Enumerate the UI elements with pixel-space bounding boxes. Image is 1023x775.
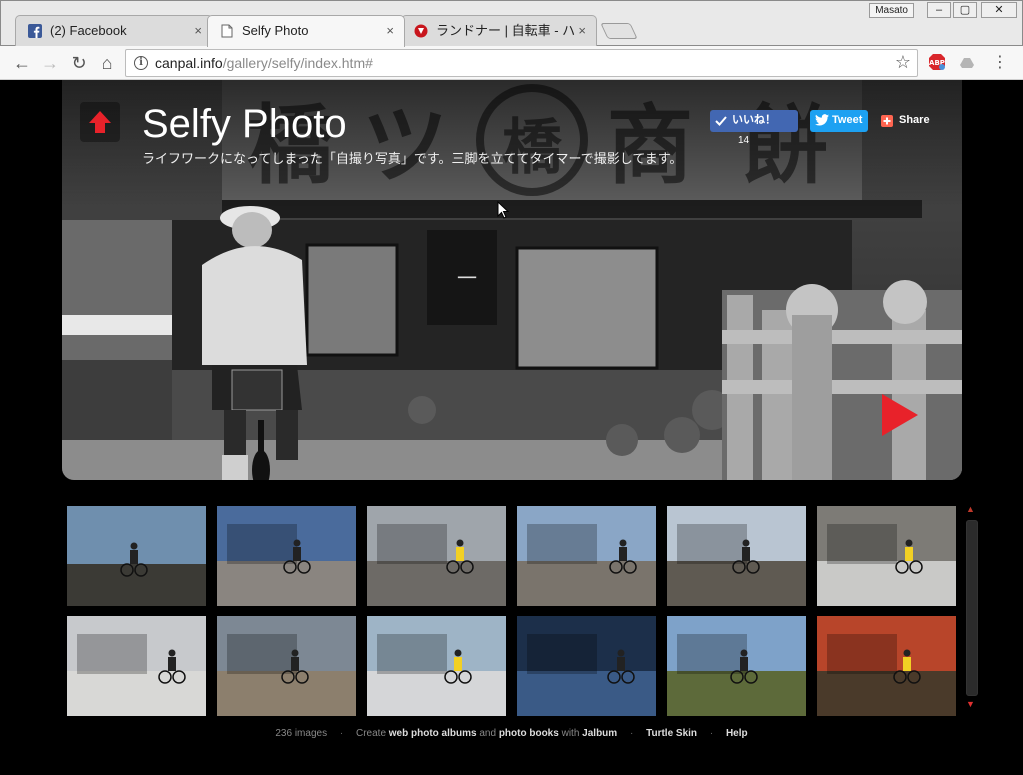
- thumbnail-temple[interactable]: [67, 616, 206, 716]
- page-description: ライフワークになってしまった「自撮り写真」です。三脚を立ててタイマーで撮影してま…: [142, 152, 683, 167]
- tab-selfy-photo[interactable]: Selfy Photo ×: [207, 15, 405, 47]
- share-button[interactable]: Share: [877, 110, 939, 132]
- thumbnail-scrollbar[interactable]: [966, 520, 978, 696]
- minimize-button[interactable]: –: [927, 2, 951, 18]
- site-icon: [414, 24, 428, 38]
- thumbnail-photo: [367, 616, 506, 716]
- browser-toolbar: ← → ↻ ⌂ i canpal.info/gallery/selfy/inde…: [0, 46, 1023, 80]
- thumbnail-bridge[interactable]: [217, 506, 356, 606]
- thumbnail-field[interactable]: [217, 616, 356, 716]
- tab-facebook[interactable]: (2) Facebook ×: [15, 15, 213, 47]
- profile-badge[interactable]: Masato: [869, 3, 914, 18]
- tab-title: (2) Facebook: [50, 23, 127, 38]
- tab-randonneur[interactable]: ランドナー | 自転車 - ハ ×: [401, 15, 597, 47]
- thumbnail-photo: [517, 506, 656, 606]
- drive-extension-icon[interactable]: [958, 53, 976, 71]
- forward-button[interactable]: →: [38, 51, 62, 75]
- web-photo-albums-link[interactable]: web photo albums: [389, 728, 477, 739]
- tab-title: ランドナー | 自転車 - ハ: [436, 23, 576, 38]
- thumbnail-photo: [217, 506, 356, 606]
- new-tab-button[interactable]: [600, 23, 638, 39]
- thumbnail-sky-plain[interactable]: [67, 506, 206, 606]
- hero-slideshow[interactable]: 橋ツ商餅 橋 一: [62, 80, 962, 480]
- thumbnail-photo: [667, 506, 806, 606]
- close-tab-icon[interactable]: ×: [386, 16, 394, 46]
- scroll-down-icon[interactable]: ▼: [966, 699, 975, 709]
- thumbnail-photo: [817, 506, 956, 606]
- jalbum-link[interactable]: Jalbum: [582, 728, 617, 739]
- twitter-bird-icon: [815, 114, 829, 126]
- bookmark-star-icon[interactable]: ☆: [895, 52, 911, 73]
- thumbnail-village[interactable]: [667, 506, 806, 606]
- thumbnail-statue[interactable]: [367, 616, 506, 716]
- back-button[interactable]: ←: [10, 51, 34, 75]
- thumbnail-photo: [817, 616, 956, 716]
- photo-books-link[interactable]: photo books: [499, 728, 559, 739]
- thumbnail-autumn[interactable]: [817, 616, 956, 716]
- like-label: いいね！: [732, 114, 776, 126]
- thumbnail-mountain[interactable]: [667, 616, 806, 716]
- like-count: 14: [738, 135, 750, 146]
- image-count: 236 images: [275, 728, 328, 739]
- menu-icon[interactable]: ⋮: [988, 51, 1012, 75]
- thumbnail-house[interactable]: [517, 506, 656, 606]
- thumbnail-shop[interactable]: [367, 506, 506, 606]
- close-tab-icon[interactable]: ×: [194, 16, 202, 46]
- address-bar[interactable]: i canpal.info/gallery/selfy/index.htm# ☆: [125, 49, 918, 77]
- page-icon: [221, 24, 233, 38]
- scrollbar-thumb[interactable]: [966, 520, 978, 696]
- thumbnail-photo: [367, 506, 506, 606]
- play-slideshow-icon[interactable]: [880, 392, 920, 438]
- up-level-button[interactable]: [80, 102, 120, 142]
- adblock-extension-icon[interactable]: ABP: [928, 53, 946, 71]
- arrow-up-icon: [89, 111, 111, 133]
- tab-title: Selfy Photo: [242, 23, 309, 38]
- share-label: Share: [899, 114, 930, 126]
- turtle-skin-link[interactable]: Turtle Skin: [646, 728, 697, 739]
- url-text[interactable]: canpal.info/gallery/selfy/index.htm#: [155, 55, 373, 71]
- facebook-icon: [28, 24, 42, 38]
- close-tab-icon[interactable]: ×: [578, 16, 586, 46]
- reload-button[interactable]: ↻: [67, 51, 91, 75]
- scroll-up-icon[interactable]: ▲: [966, 504, 975, 514]
- maximize-button[interactable]: ▢: [953, 2, 977, 18]
- svg-text:一: 一: [457, 266, 477, 290]
- mouse-cursor-icon: [497, 201, 509, 219]
- footer: 236 images · Create web photo albums and…: [275, 728, 748, 739]
- browser-titlebar: Masato – ▢ ✕ (2) Facebook × Selfy Photo …: [0, 0, 1023, 47]
- page-title: Selfy Photo: [142, 102, 347, 146]
- tweet-button[interactable]: Tweet: [810, 110, 868, 132]
- check-icon: [715, 116, 727, 126]
- facebook-like-button[interactable]: いいね！ 14: [710, 110, 798, 146]
- thumbnail-photo: [517, 616, 656, 716]
- gallery-page: 橋ツ商餅 橋 一: [0, 80, 1023, 775]
- thumbnail-photo: [217, 616, 356, 716]
- thumbnail-grid: [67, 506, 957, 716]
- thumbnail-photo: [667, 616, 806, 716]
- home-button[interactable]: ⌂: [95, 51, 119, 75]
- info-icon[interactable]: i: [134, 56, 148, 70]
- plus-icon: [881, 115, 893, 127]
- thumbnail-photo: [67, 506, 206, 606]
- thumbnail-photo: [67, 616, 206, 716]
- close-window-button[interactable]: ✕: [981, 2, 1017, 18]
- help-link[interactable]: Help: [726, 728, 748, 739]
- tweet-label: Tweet: [832, 114, 863, 126]
- thumbnail-rock-snow[interactable]: [817, 506, 956, 606]
- thumbnail-snow-shadow[interactable]: [517, 616, 656, 716]
